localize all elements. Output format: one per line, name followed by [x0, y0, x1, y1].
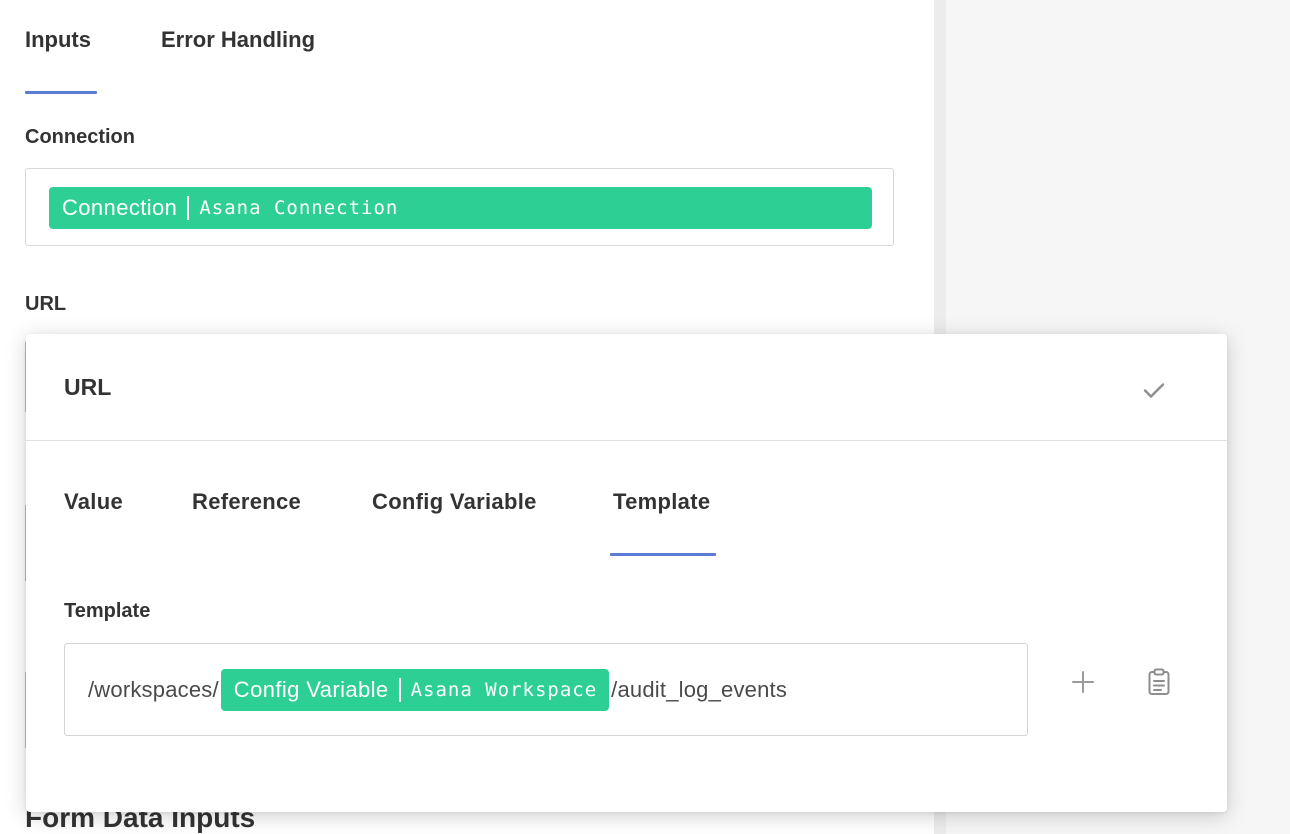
- add-reference-button[interactable]: [1069, 668, 1097, 696]
- clipboard-icon: [1148, 668, 1170, 695]
- paste-button[interactable]: [1145, 668, 1173, 696]
- modal-header-divider: [26, 440, 1227, 441]
- check-icon: [1143, 383, 1165, 398]
- tab-config-variable[interactable]: Config Variable: [372, 489, 537, 515]
- modal-title: URL: [64, 374, 112, 400]
- chip-separator: [398, 677, 401, 702]
- template-input[interactable]: /workspaces/ Config Variable Asana Works…: [64, 643, 1028, 736]
- chip-type-label: Connection: [62, 195, 178, 220]
- chip-separator: [187, 196, 190, 220]
- tab-reference[interactable]: Reference: [192, 489, 301, 515]
- tab-error-handling[interactable]: Error Handling: [161, 27, 315, 53]
- connection-label: Connection: [25, 126, 135, 148]
- confirm-button[interactable]: [1138, 374, 1170, 406]
- template-label: Template: [64, 600, 151, 622]
- tab-value[interactable]: Value: [64, 489, 123, 515]
- active-tab-indicator: [25, 91, 97, 94]
- connection-chip[interactable]: Connection Asana Connection: [49, 187, 872, 229]
- tab-inputs[interactable]: Inputs: [25, 27, 91, 53]
- template-prefix: /workspaces/: [88, 676, 219, 702]
- plus-icon: [1072, 671, 1094, 693]
- url-label: URL: [25, 293, 67, 315]
- chip-value-label: Asana Connection: [199, 197, 399, 219]
- connection-field[interactable]: Connection Asana Connection: [25, 168, 894, 246]
- chip-value-label: Asana Workspace: [410, 678, 598, 701]
- tab-template[interactable]: Template: [613, 489, 710, 515]
- config-variable-chip[interactable]: Config Variable Asana Workspace: [220, 668, 610, 711]
- active-mode-indicator: [610, 553, 716, 556]
- url-input-modal: URL Value Reference Config Variable Temp…: [26, 334, 1227, 812]
- template-suffix: /audit_log_events: [611, 676, 788, 702]
- chip-type-label: Config Variable: [233, 676, 389, 702]
